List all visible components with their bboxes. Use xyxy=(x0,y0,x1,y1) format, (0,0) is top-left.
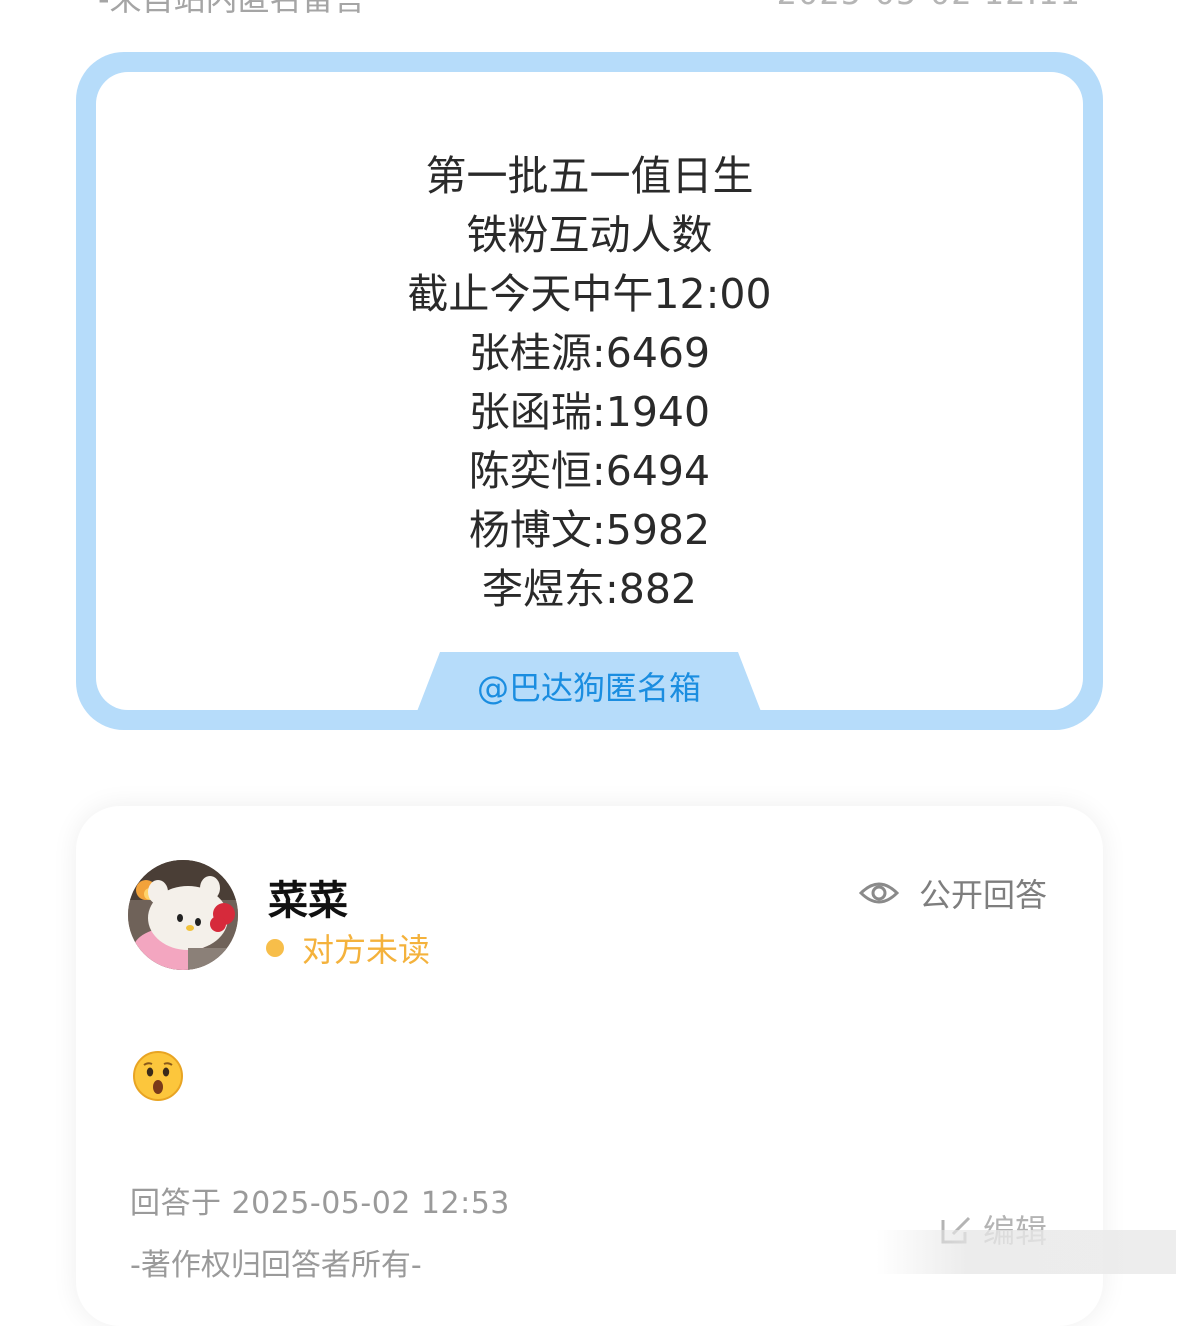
eye-icon xyxy=(858,882,899,904)
visibility-toggle[interactable]: 公开回答 xyxy=(858,870,1047,916)
avatar[interactable] xyxy=(128,860,238,970)
question-line: 陈奕恒:6494 xyxy=(468,447,711,495)
watermark xyxy=(876,1230,1176,1274)
previous-item-meta: -来自站内匿名留言 2025-05-02 12:11 xyxy=(0,0,1179,18)
read-status-label: 对方未读 xyxy=(302,931,431,969)
hello-kitty-avatar-icon xyxy=(128,860,238,970)
username[interactable]: 菜菜 xyxy=(268,868,348,926)
anonymous-box-tab[interactable]: @巴达狗匿名箱 xyxy=(416,652,762,710)
question-line: 杨博文:5982 xyxy=(468,506,711,554)
question-line: 铁粉互动人数 xyxy=(466,211,713,259)
source-label: -来自站内匿名留言 xyxy=(98,0,366,20)
question-text: 第一批五一值日生 铁粉互动人数 截止今天中午12:00 张桂源:6469 张函瑞… xyxy=(96,147,1083,619)
anonymous-box-label: @巴达狗匿名箱 xyxy=(476,669,701,707)
question-line: 李煜东:882 xyxy=(481,565,698,613)
read-status: 对方未读 xyxy=(266,928,431,969)
question-card-inner: 第一批五一值日生 铁粉互动人数 截止今天中午12:00 张桂源:6469 张函瑞… xyxy=(96,72,1083,710)
question-line: 截止今天中午12:00 xyxy=(407,270,772,318)
timestamp: 2025-05-02 12:11 xyxy=(777,0,1081,12)
copyright-note: -著作权归回答者所有- xyxy=(130,1248,422,1283)
visibility-label: 公开回答 xyxy=(918,876,1047,914)
status-dot-icon xyxy=(266,939,284,957)
question-line: 第一批五一值日生 xyxy=(425,152,754,200)
question-line: 张桂源:6469 xyxy=(468,329,711,377)
question-line: 张函瑞:1940 xyxy=(468,388,711,436)
answer-content xyxy=(132,1050,184,1102)
question-card: 第一批五一值日生 铁粉互动人数 截止今天中午12:00 张桂源:6469 张函瑞… xyxy=(76,52,1103,730)
answered-at: 回答于 2025-05-02 12:53 xyxy=(130,1186,510,1221)
astonished-face-icon xyxy=(133,1051,183,1101)
